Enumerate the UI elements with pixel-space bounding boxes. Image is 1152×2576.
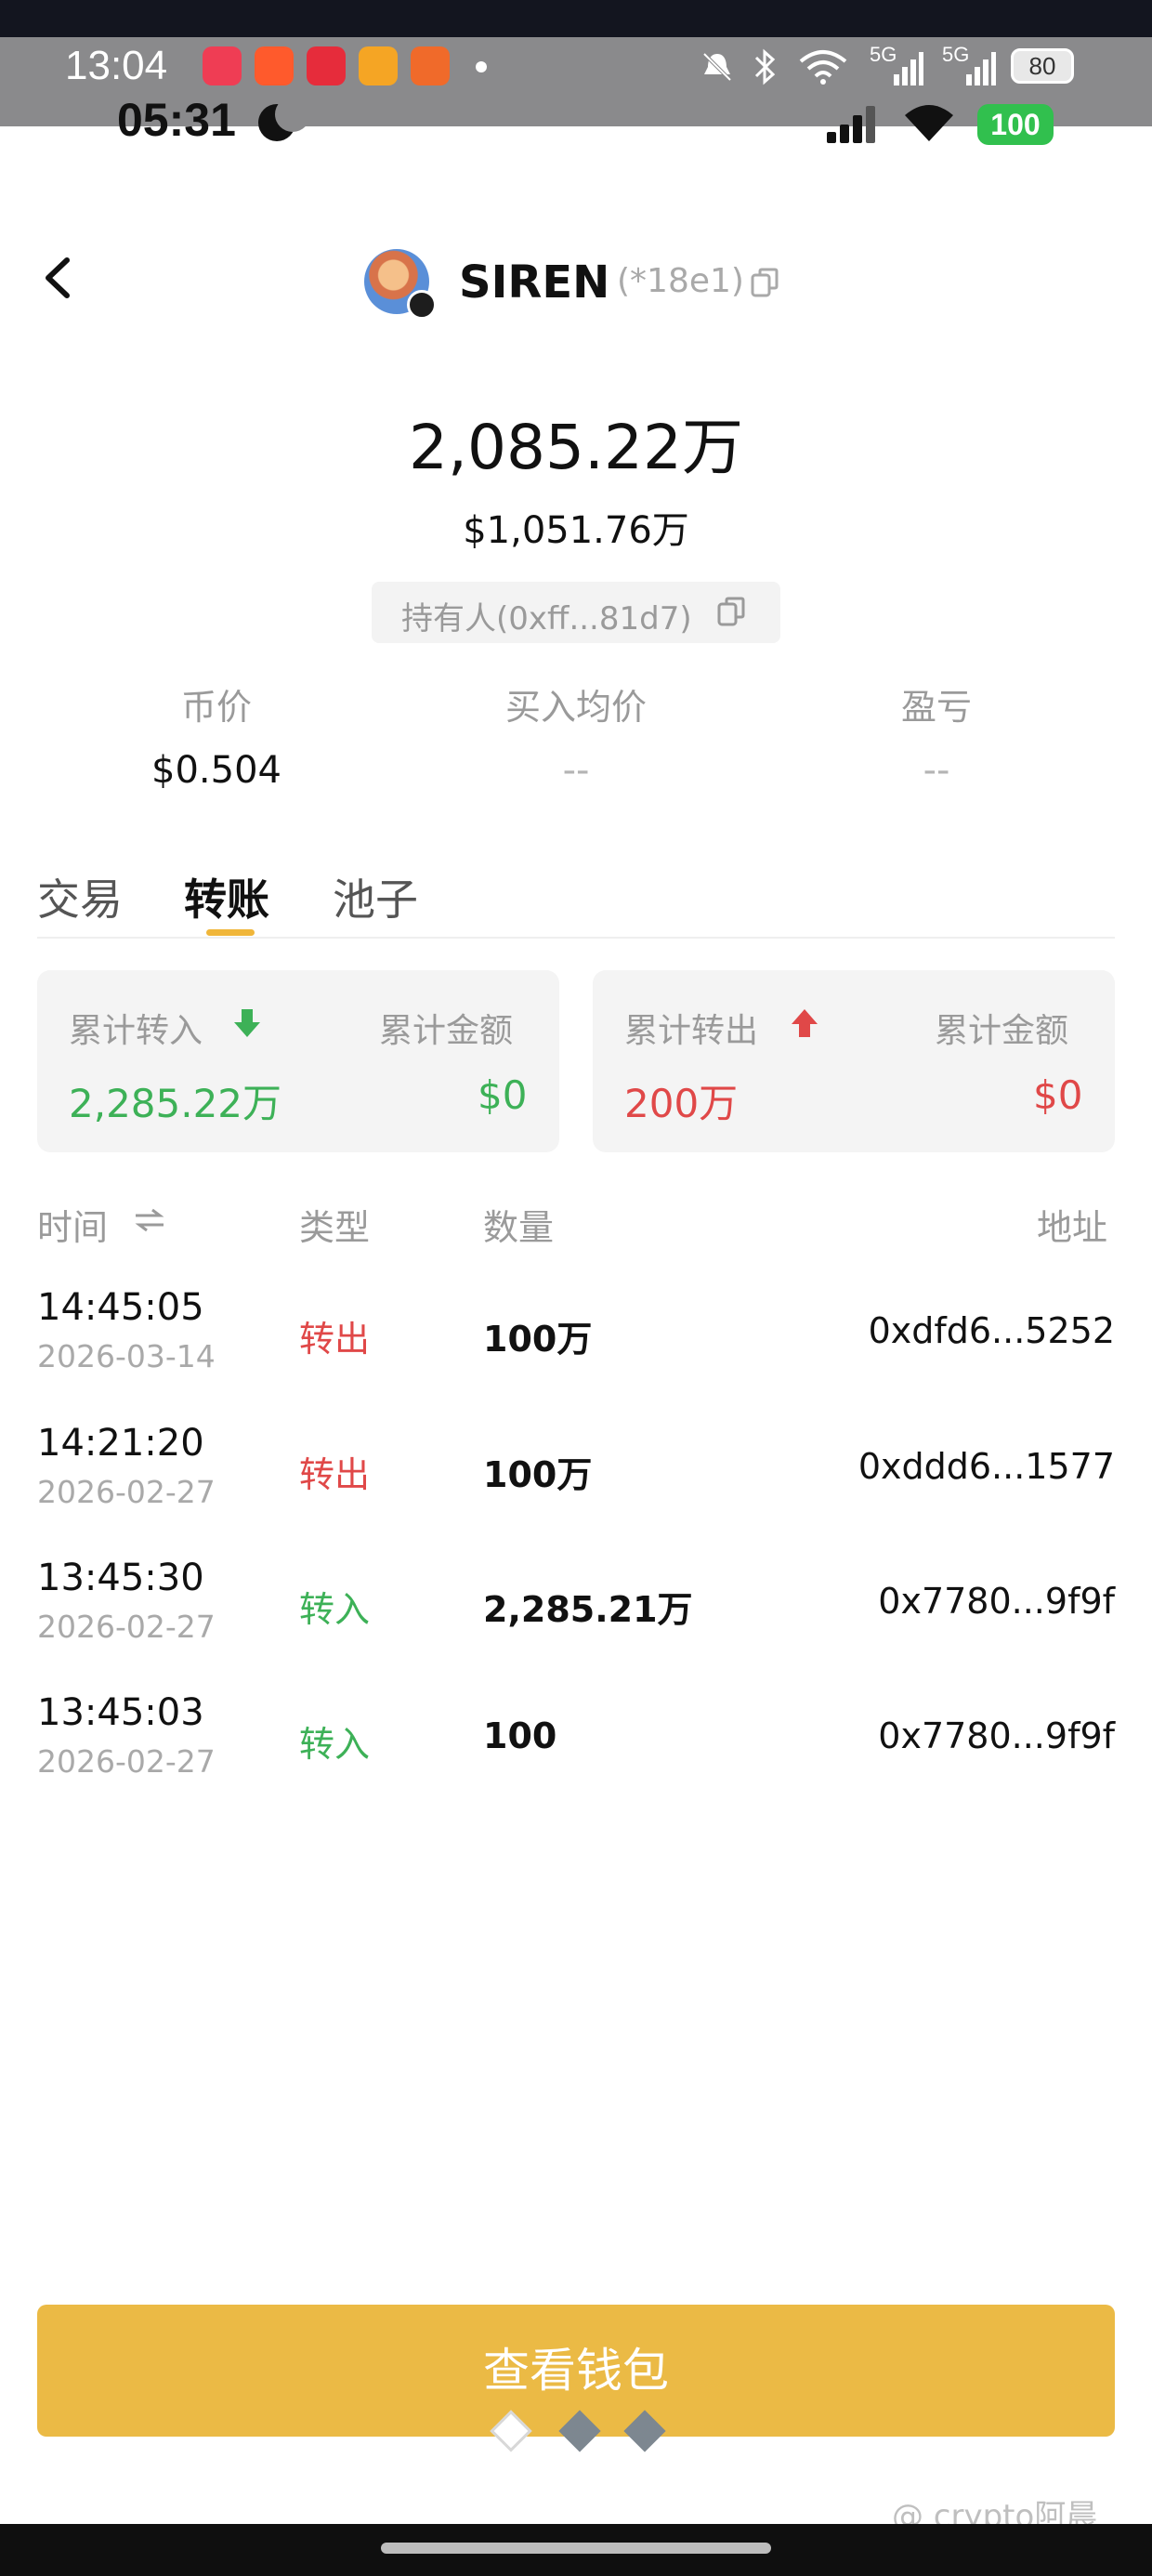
transfer-out-value: 200万 — [624, 1081, 739, 1126]
row-2-type: 转出 — [299, 1454, 371, 1495]
shopping-app-icon — [359, 46, 398, 85]
home-indicator[interactable] — [381, 2543, 771, 2554]
row-2-time: 14:21:20 — [37, 1422, 204, 1465]
row-3-qty: 2,285.21万 — [483, 1589, 693, 1630]
moon-icon-cut — [275, 97, 310, 132]
row-1-type: 转出 — [299, 1319, 371, 1360]
outer-battery-icon: 80 — [1011, 48, 1074, 84]
arrow-down-icon — [234, 1009, 260, 1037]
5g-signal-icon-2 — [966, 52, 996, 85]
tab-trade[interactable]: 交易 — [37, 866, 123, 927]
battery-icon: 100 — [977, 104, 1054, 145]
usd-balance: $1,051.76万 — [463, 509, 689, 552]
row-4-type: 转入 — [299, 1724, 371, 1765]
row-3-type: 转入 — [299, 1589, 371, 1630]
pnl-value: -- — [923, 749, 950, 792]
5g-signal-icon — [894, 52, 923, 85]
avg-buy-label: 买入均价 — [504, 687, 647, 728]
col-type-header: 类型 — [299, 1207, 371, 1248]
row-3-address[interactable]: 0x7780...9f9f — [725, 1581, 1115, 1622]
row-4-time: 13:45:03 — [37, 1691, 204, 1734]
sort-icon[interactable] — [132, 1206, 167, 1234]
row-1-time: 14:45:05 — [37, 1286, 204, 1329]
price-value: $0.504 — [151, 749, 281, 792]
transfer-in-amount-label: 累计金额 — [379, 1012, 514, 1050]
pnl-label: 盈亏 — [900, 687, 972, 728]
row-4-qty: 100 — [483, 1715, 557, 1756]
col-time-header[interactable]: 时间 — [37, 1199, 108, 1250]
row-1-qty: 100万 — [483, 1319, 593, 1360]
mute-icon — [702, 52, 732, 82]
col-addr-header: 地址 — [1037, 1207, 1108, 1248]
row-2-date: 2026-02-27 — [37, 1474, 216, 1510]
video-app-icon — [411, 46, 450, 85]
row-1-date: 2026-03-14 — [37, 1338, 216, 1374]
row-4-address[interactable]: 0x7780...9f9f — [725, 1715, 1115, 1756]
transfer-in-value: 2,285.22万 — [69, 1081, 282, 1126]
col-qty-header: 数量 — [483, 1207, 555, 1248]
row-4-date: 2026-02-27 — [37, 1743, 216, 1780]
bluetooth-icon — [754, 48, 776, 85]
notification-dot — [476, 61, 487, 72]
back-icon[interactable] — [37, 256, 80, 299]
cellular-icon — [827, 106, 883, 143]
transfer-out-amount: $0 — [1033, 1072, 1083, 1118]
taobao-app-icon — [255, 46, 294, 85]
tab-pool[interactable]: 池子 — [333, 866, 418, 927]
token-name: SIREN — [459, 256, 610, 309]
row-2-qty: 100万 — [483, 1454, 593, 1495]
holder-address: 持有人(0xff...81d7) — [401, 600, 692, 637]
transfer-out-label: 累计转出 — [624, 1012, 759, 1050]
token-address: (*18e1) — [617, 262, 744, 300]
transfer-in-label: 累计转入 — [69, 1012, 203, 1050]
avg-buy-value: -- — [562, 749, 590, 792]
outer-top-bar — [0, 0, 1152, 37]
tab-active-indicator — [206, 929, 255, 936]
arrow-up-icon — [792, 1009, 818, 1037]
status-wifi-icon — [905, 105, 953, 141]
outer-time: 13:04 — [65, 43, 168, 88]
row-2-address[interactable]: 0xddd6...1577 — [725, 1446, 1115, 1487]
tab-transfer[interactable]: 转账 — [184, 866, 269, 927]
token-balance: 2,085.22万 — [409, 412, 743, 483]
pinduoduo-app-icon — [307, 46, 346, 85]
row-1-address[interactable]: 0xdfd6...5252 — [725, 1310, 1115, 1351]
price-label: 币价 — [180, 687, 252, 728]
chain-badge-icon — [407, 290, 437, 320]
status-time: 05:31 — [117, 94, 236, 146]
row-3-date: 2026-02-27 — [37, 1609, 216, 1645]
row-3-time: 13:45:30 — [37, 1557, 204, 1599]
transfer-in-amount: $0 — [478, 1072, 528, 1118]
wifi-icon — [799, 50, 847, 85]
music-app-icon — [203, 46, 242, 85]
copy-holder-icon[interactable] — [717, 597, 745, 626]
tabs-divider — [37, 937, 1115, 939]
transfer-out-amount-label: 累计金额 — [935, 1012, 1069, 1050]
copy-address-icon[interactable] — [751, 268, 779, 297]
